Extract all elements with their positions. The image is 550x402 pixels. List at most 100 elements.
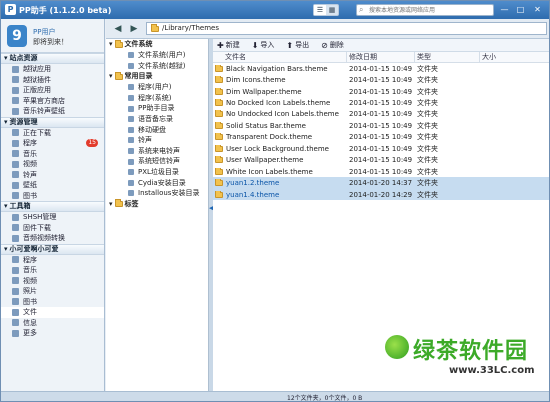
sidebar-section-header[interactable]: ▾ 工具箱 xyxy=(1,201,104,212)
sidebar-item[interactable]: 信息 xyxy=(1,318,104,329)
file-name-cell: User Lock Background.theme xyxy=(213,144,347,153)
collapse-icon[interactable]: ▾ xyxy=(4,244,8,255)
user-name[interactable]: PP用户 xyxy=(33,27,55,37)
table-row[interactable]: White Icon Labels.theme 2014-01-15 10:49 文… xyxy=(213,166,549,177)
tree-item[interactable]: Installous安装目录 xyxy=(106,188,208,199)
avatar[interactable]: 9 xyxy=(7,25,27,47)
tree-item[interactable]: 系统短信铃声 xyxy=(106,156,208,167)
table-row[interactable]: Solid Status Bar.theme 2014-01-15 10:49 文件… xyxy=(213,120,549,131)
sidebar-item[interactable]: 音乐 xyxy=(1,149,104,160)
tree-group-header[interactable]: ▾ 常用目录 xyxy=(106,71,208,82)
sidebar-item[interactable]: 越狱应用 xyxy=(1,64,104,75)
tree-item[interactable]: 铃声 xyxy=(106,135,208,146)
sidebar-section-header[interactable]: ▾ 站点资源 xyxy=(1,53,104,64)
collapse-icon[interactable]: ▾ xyxy=(4,117,8,128)
maximize-icon[interactable]: □ xyxy=(514,4,527,16)
sidebar-item-icon xyxy=(12,86,19,94)
sidebar-item[interactable]: 照片 xyxy=(1,286,104,297)
watermark-url: www.33LC.com xyxy=(449,365,535,376)
sidebar-item[interactable]: 铃声 xyxy=(1,170,104,181)
sidebar-item[interactable]: 图书 xyxy=(1,191,104,202)
close-icon[interactable]: ✕ xyxy=(531,4,544,16)
tree-group-header[interactable]: ▾ 文件系统 xyxy=(106,39,208,50)
title-bar[interactable]: P PP助手 (1.1.2.0 beta) ☰ ▦ ⌕ — □ ✕ xyxy=(1,1,549,19)
table-row[interactable]: No Docked Icon Labels.theme 2014-01-15 10… xyxy=(213,97,549,108)
export-button[interactable]: ⬆ 导出 xyxy=(286,40,309,50)
table-row[interactable]: No Undocked Icon Labels.theme 2014-01-15 … xyxy=(213,109,549,120)
column-type[interactable]: 类型 xyxy=(415,52,480,62)
table-row[interactable]: Black Navigation Bars.theme 2014-01-15 10… xyxy=(213,63,549,74)
sidebar-item[interactable]: 正在下载 xyxy=(1,128,104,139)
sidebar-item[interactable]: 音频视频转换 xyxy=(1,233,104,244)
sidebar-item[interactable]: 音乐铃声壁纸 xyxy=(1,106,104,117)
table-row[interactable]: User Wallpaper.theme 2014-01-15 10:49 文件夹 xyxy=(213,155,549,166)
sidebar-item[interactable]: 音乐 xyxy=(1,265,104,276)
sidebar-item[interactable]: SHSH管理 xyxy=(1,212,104,223)
tree-item[interactable]: PXL垃圾目录 xyxy=(106,167,208,178)
tree-item[interactable]: 系统来电铃声 xyxy=(106,146,208,157)
table-row[interactable]: Dim Wallpaper.theme 2014-01-15 10:49 文件夹 xyxy=(213,86,549,97)
tree-item[interactable]: 移动硬盘 xyxy=(106,125,208,136)
file-name-cell: yuan1.4.theme xyxy=(213,190,347,199)
delete-button[interactable]: ⊘ 删除 xyxy=(321,40,344,50)
file-date: 2014-01-20 14:29 xyxy=(349,190,413,199)
import-button[interactable]: ⬇ 导入 xyxy=(252,40,275,50)
sidebar-item[interactable]: 固件下载 xyxy=(1,223,104,234)
tree-item-icon xyxy=(128,84,134,91)
list-view-icon[interactable]: ☰ xyxy=(314,5,326,15)
minimize-icon[interactable]: — xyxy=(498,4,511,16)
sidebar-section-header[interactable]: ▾ 资源管理 xyxy=(1,116,104,128)
column-date[interactable]: 修改日期 xyxy=(347,52,415,62)
sidebar-item[interactable]: 视频 xyxy=(1,276,104,287)
new-button[interactable]: ✚ 新建 xyxy=(217,40,240,50)
back-icon[interactable]: ◀ xyxy=(112,23,124,35)
sidebar-item-label: 正版应用 xyxy=(23,86,51,94)
sidebar-item[interactable]: 越狱插件 xyxy=(1,75,104,86)
file-name: Solid Status Bar.theme xyxy=(226,121,306,130)
collapse-icon[interactable]: ▾ xyxy=(4,201,8,212)
grid-view-icon[interactable]: ▦ xyxy=(326,5,338,15)
sidebar-item[interactable]: 文件 xyxy=(1,307,104,318)
sidebar-item[interactable]: 更多 xyxy=(1,328,104,339)
sidebar-item[interactable]: 程序 15 xyxy=(1,138,104,149)
table-row[interactable]: yuan1.2.theme 2014-01-20 14:37 文件夹 xyxy=(213,177,549,189)
path-bar[interactable]: /Library/Themes xyxy=(146,22,547,35)
sidebar-item[interactable]: 程序 xyxy=(1,255,104,266)
column-name[interactable]: 文件名 xyxy=(213,52,347,62)
expand-icon[interactable]: ▾ xyxy=(109,199,113,210)
sidebar-item[interactable]: 图书 xyxy=(1,297,104,308)
sidebar-item-label: 正在下载 xyxy=(23,128,51,137)
search-input[interactable] xyxy=(357,5,477,15)
sidebar-section-header[interactable]: ▾ 小可爱啊小可爱 xyxy=(1,243,104,255)
sidebar-item-label: 音乐铃声壁纸 xyxy=(23,107,65,115)
collapse-icon[interactable]: ▾ xyxy=(4,53,8,64)
table-row[interactable]: Transparent Dock.theme 2014-01-15 10:49 文件… xyxy=(213,132,549,143)
sidebar-item-label: 图书 xyxy=(23,191,37,200)
sidebar-item-icon xyxy=(12,97,19,105)
column-size[interactable]: 大小 xyxy=(480,52,549,62)
tree-item[interactable]: 文件系统(用户) xyxy=(106,50,208,61)
tree-item[interactable]: 程序(系统) xyxy=(106,93,208,104)
tree-item[interactable]: PP助手目录 xyxy=(106,103,208,114)
table-row[interactable]: yuan1.4.theme 2014-01-20 14:29 文件夹 xyxy=(213,188,549,201)
expand-icon[interactable]: ▾ xyxy=(109,39,113,50)
sidebar-item[interactable]: 视频 xyxy=(1,159,104,170)
sidebar-item[interactable]: 苹果官方商店 xyxy=(1,96,104,107)
sidebar-item-label: 照片 xyxy=(23,287,37,295)
table-row[interactable]: User Lock Background.theme 2014-01-15 10:… xyxy=(213,143,549,154)
sidebar-item-label: 越狱插件 xyxy=(23,75,51,84)
sidebar-item[interactable]: 壁纸 xyxy=(1,180,104,191)
folder-icon xyxy=(215,121,223,129)
table-row[interactable]: Dim Icons.theme 2014-01-15 10:49 文件夹 xyxy=(213,74,549,85)
tree-group-header[interactable]: ▾ 标签 xyxy=(106,199,208,210)
tree-item[interactable]: 程序(用户) xyxy=(106,82,208,93)
sidebar-section-title: 资源管理 xyxy=(9,117,38,126)
sidebar-item[interactable]: 正版应用 xyxy=(1,85,104,96)
tree-item[interactable]: 文件系统(越狱) xyxy=(106,61,208,72)
search-icon[interactable]: ⌕ xyxy=(359,5,363,15)
tree-item[interactable]: 语音备忘录 xyxy=(106,114,208,125)
tree-item[interactable]: Cydia安装目录 xyxy=(106,178,208,189)
expand-icon[interactable]: ▾ xyxy=(109,71,113,82)
tree-item-label: 程序(用户) xyxy=(138,83,172,92)
forward-icon[interactable]: ▶ xyxy=(128,23,140,35)
